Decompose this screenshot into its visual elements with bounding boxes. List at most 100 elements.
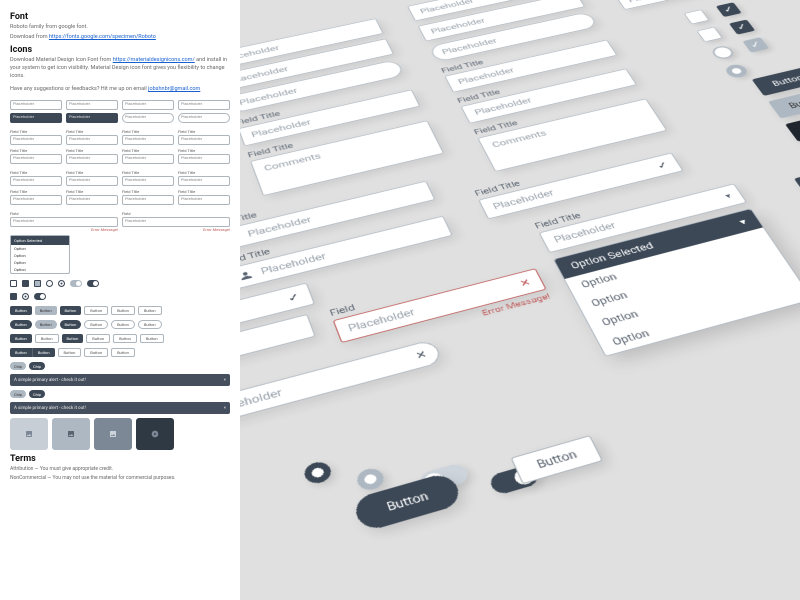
mini-button-outline[interactable]: Button — [138, 306, 162, 315]
mini-input-select[interactable]: Placeholder — [122, 195, 174, 205]
mini-button-pill-outline[interactable]: Button — [84, 320, 108, 329]
mini-card[interactable] — [10, 418, 48, 450]
mini-input-dark[interactable]: Placeholder — [10, 113, 62, 123]
mini-dropdown[interactable]: Option Selected Option Option Option Opt… — [10, 235, 70, 274]
image-icon — [67, 430, 75, 438]
mini-checkbox-on[interactable] — [10, 293, 17, 300]
mini-chip[interactable]: Chip — [29, 362, 45, 370]
mini-button-pill-outline[interactable]: Button — [111, 320, 135, 329]
mini-button[interactable]: Button — [35, 306, 57, 315]
mini-input[interactable]: Placeholder — [122, 135, 174, 145]
mini-button-pill-outline[interactable]: Button — [138, 320, 162, 329]
mini-toggle-on[interactable] — [87, 280, 99, 287]
mini-card[interactable] — [136, 418, 174, 450]
mini-input-pill[interactable]: Placeholder — [178, 113, 230, 123]
term-attribution: Attribution — You must give appropriate … — [10, 466, 230, 473]
mini-radio-on[interactable] — [58, 280, 65, 287]
mini-button-icon[interactable]: Button — [35, 334, 59, 343]
mini-button-pill[interactable]: Button — [35, 320, 57, 329]
mini-button[interactable]: Button — [60, 306, 82, 315]
mini-toggle[interactable] — [70, 280, 82, 287]
button-primary[interactable]: Button — [752, 66, 800, 96]
labeled-field: Field Placeholder✕ Error Message! — [328, 257, 552, 354]
mini-checkbox-on[interactable] — [22, 280, 29, 287]
mini-input-select[interactable]: Placeholder — [178, 195, 230, 205]
ui-kit-perspective-stage: jobIshnbr@gmail.com Placeholder Placehol… — [240, 0, 800, 600]
radio-alt[interactable] — [723, 63, 750, 79]
checkbox[interactable] — [696, 27, 722, 42]
mini-button-sm[interactable]: Button — [111, 348, 135, 357]
mini-input-check[interactable]: Placeholder — [10, 195, 62, 205]
checkbox[interactable] — [684, 9, 710, 24]
close-icon[interactable]: × — [224, 406, 226, 411]
mini-input-pill[interactable]: Placeholder — [122, 113, 174, 123]
mini-button-row: Button Button Button Button Button Butto… — [10, 306, 230, 315]
mini-input[interactable]: Placeholder — [10, 154, 62, 164]
mini-input[interactable]: Placeholder — [178, 154, 230, 164]
documentation-panel: Font Roboto family from google font. Dow… — [0, 0, 240, 600]
checkbox-checked[interactable]: ✓ — [729, 20, 755, 35]
mini-button-sm[interactable]: Button — [58, 348, 82, 357]
button-group-left[interactable]: Button — [794, 163, 800, 198]
font-desc-1: Roboto family from google font. — [10, 24, 230, 32]
mini-btngrp[interactable]: Button — [32, 348, 55, 357]
mini-button-outline[interactable]: Button — [84, 306, 108, 315]
mini-input-error[interactable]: Placeholder — [122, 217, 230, 227]
mini-toggle-on[interactable] — [34, 293, 46, 300]
mini-input[interactable]: Placeholder — [178, 135, 230, 145]
feedback-email-link[interactable]: jobshnbr@gmail.com — [148, 86, 200, 92]
mini-input[interactable]: Placeholder — [178, 100, 230, 110]
checkbox-alt[interactable]: ✓ — [742, 37, 769, 53]
mini-input[interactable]: Placeholder — [66, 100, 118, 110]
mini-input-icon[interactable]: Placeholder — [178, 176, 230, 186]
mini-card[interactable] — [52, 418, 90, 450]
mini-input-dark[interactable]: Placeholder — [66, 113, 118, 123]
mini-button-sm[interactable]: Button — [84, 348, 108, 357]
mini-input-error[interactable]: Placeholder — [10, 217, 118, 227]
mini-button-dropdown[interactable]: Button — [140, 334, 164, 343]
mini-input[interactable]: Placeholder — [10, 100, 62, 110]
mini-input-icon[interactable]: Placeholder — [66, 176, 118, 186]
close-icon[interactable]: ✕ — [414, 348, 429, 362]
mini-card[interactable] — [94, 418, 132, 450]
button-outline[interactable]: Button — [511, 435, 604, 484]
mini-chip[interactable]: Chip — [10, 390, 26, 398]
mini-btngrp[interactable]: Button — [10, 348, 32, 357]
mini-checkbox-alt[interactable] — [34, 280, 41, 287]
radio-selected[interactable] — [302, 459, 334, 485]
mini-button[interactable]: Button — [10, 306, 32, 315]
mini-checkbox[interactable] — [10, 280, 17, 287]
mini-button-dropdown[interactable]: Button — [62, 334, 84, 343]
mini-input-grid: Placeholder Placeholder Placeholder Plac… — [10, 100, 230, 123]
mini-input[interactable]: Placeholder — [66, 154, 118, 164]
mini-button-pill[interactable]: Button — [60, 320, 82, 329]
mdi-link[interactable]: https://materialdesignicons.com/ — [113, 57, 195, 63]
mini-chip[interactable]: Chip — [10, 362, 26, 370]
font-heading: Font — [10, 12, 230, 22]
radio-alt[interactable] — [354, 466, 386, 493]
roboto-link[interactable]: https://fonts.google.com/specimen/Roboto — [49, 34, 156, 40]
mini-button-pill[interactable]: Button — [10, 320, 32, 329]
mini-input[interactable]: Placeholder — [122, 154, 174, 164]
mini-button-dropdown[interactable]: Button — [113, 334, 137, 343]
mini-button-icon[interactable]: Button — [10, 334, 32, 343]
close-icon[interactable]: × — [224, 378, 226, 383]
mini-input-icon[interactable]: Placeholder — [10, 176, 62, 186]
checkbox-checked[interactable]: ✓ — [716, 2, 742, 17]
mini-radio[interactable] — [46, 280, 53, 287]
mini-input-icon[interactable]: Placeholder — [122, 176, 174, 186]
close-icon[interactable]: ✕ — [518, 277, 533, 289]
mini-input[interactable]: Placeholder — [10, 135, 62, 145]
text-input[interactable]: Placeholder — [615, 0, 776, 10]
mini-button-dropdown[interactable]: Button — [86, 334, 110, 343]
mini-chip[interactable]: Chip — [29, 390, 45, 398]
mini-alert: A simple primary alert - check it out!× — [10, 402, 230, 414]
mini-input[interactable]: Placeholder — [122, 100, 174, 110]
check-icon: ✓ — [286, 291, 301, 305]
mini-radio-on[interactable] — [22, 293, 29, 300]
mini-input-check[interactable]: Placeholder — [66, 195, 118, 205]
font-desc-2: Download from https://fonts.google.com/s… — [10, 34, 230, 42]
radio[interactable] — [710, 45, 737, 61]
mini-input[interactable]: Placeholder — [66, 135, 118, 145]
mini-button-outline[interactable]: Button — [111, 306, 135, 315]
